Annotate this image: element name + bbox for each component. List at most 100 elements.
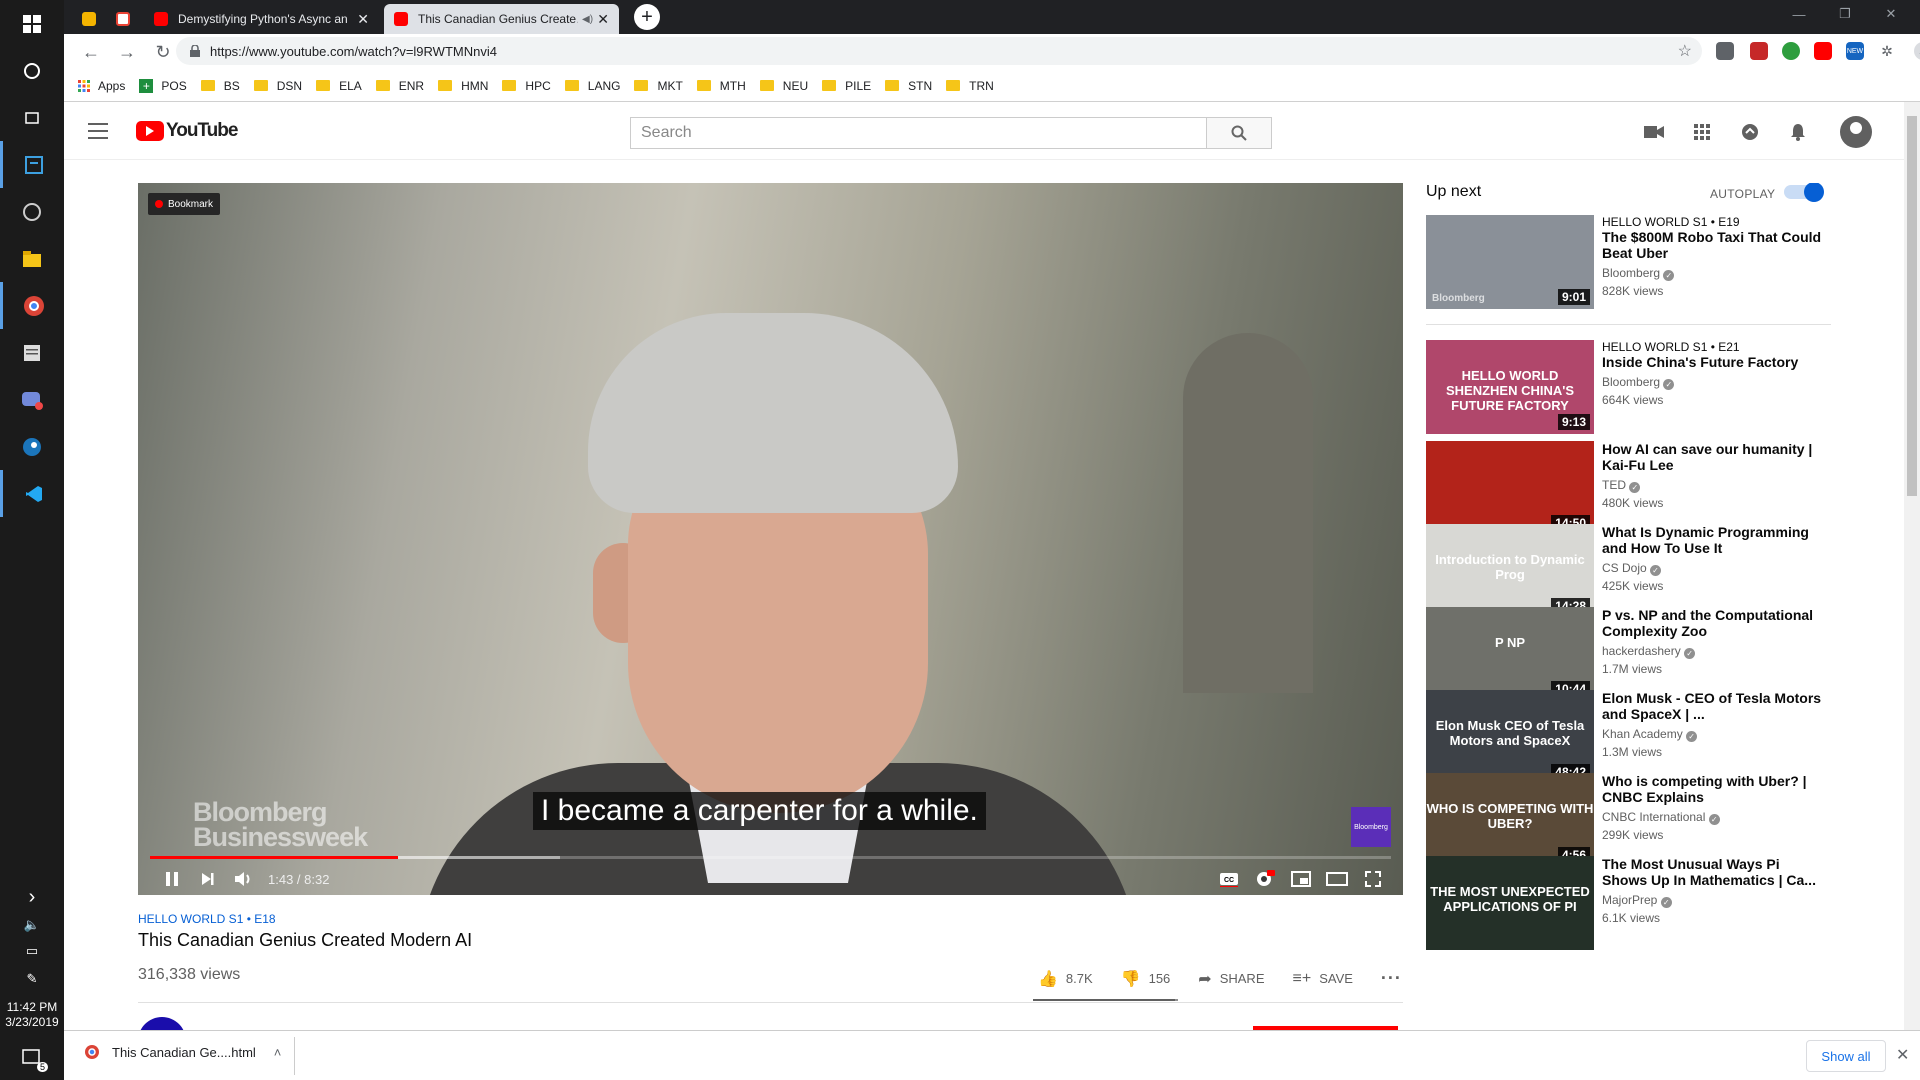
search-button[interactable]: [1207, 117, 1272, 149]
bookmark-badge[interactable]: Bookmark: [148, 193, 221, 215]
closed-captions-icon[interactable]: CC: [1211, 863, 1247, 895]
video-title[interactable]: What Is Dynamic Programming and How To U…: [1602, 524, 1827, 556]
scrollbar-thumb[interactable]: [1907, 116, 1917, 496]
video-title[interactable]: The $800M Robo Taxi That Could Beat Uber: [1602, 229, 1827, 261]
video-series-link[interactable]: HELLO WORLD S1 • E18: [138, 912, 1403, 926]
volume-icon[interactable]: [226, 863, 262, 895]
channel-name[interactable]: hackerdashery ✓: [1602, 644, 1827, 659]
video-thumbnail[interactable]: Elon Musk CEO of Tesla Motors and SpaceX…: [1426, 690, 1594, 784]
video-title[interactable]: The Most Unusual Ways Pi Shows Up In Mat…: [1602, 856, 1827, 888]
channel-name[interactable]: Khan Academy ✓: [1602, 727, 1827, 742]
extension-shield-icon[interactable]: [1716, 42, 1734, 60]
discord-icon[interactable]: [0, 376, 64, 423]
minimize-button[interactable]: —: [1776, 0, 1822, 28]
channel-name[interactable]: Bloomberg ✓: [1602, 266, 1827, 281]
bookmark-folder-dsn[interactable]: DSN: [253, 79, 302, 93]
settings-gear-icon[interactable]: [1247, 863, 1283, 895]
miniplayer-icon[interactable]: [1283, 863, 1319, 895]
recommendation-card[interactable]: HELLO WORLD SHENZHEN CHINA'S FUTURE FACT…: [1426, 340, 1831, 434]
video-thumbnail[interactable]: Introduction to Dynamic Prog 14:28: [1426, 524, 1594, 618]
bookmark-folder-mkt[interactable]: MKT: [634, 79, 683, 93]
extension-gear-icon[interactable]: ✲: [1878, 42, 1896, 60]
clock-app-icon[interactable]: [0, 188, 64, 235]
bookmark-folder-hpc[interactable]: HPC: [502, 79, 551, 93]
recommendation-card[interactable]: P NP 10:44 P vs. NP and the Computational …: [1426, 607, 1831, 701]
channel-name[interactable]: MajorPrep ✓: [1602, 893, 1827, 908]
download-item[interactable]: This Canadian Ge....html ˄: [84, 1044, 281, 1060]
volume-icon[interactable]: 🔈: [0, 912, 64, 938]
extension-youtube-icon[interactable]: [1814, 42, 1832, 60]
video-title[interactable]: P vs. NP and the Computational Complexit…: [1602, 607, 1827, 639]
extension-green-icon[interactable]: [1782, 42, 1800, 60]
channel-name[interactable]: TED ✓: [1602, 478, 1827, 493]
restore-button[interactable]: ❐: [1822, 0, 1868, 28]
file-explorer-icon[interactable]: [0, 235, 64, 282]
editor-app-icon[interactable]: [0, 141, 64, 188]
action-center-icon[interactable]: 5: [0, 1036, 64, 1080]
show-all-downloads-button[interactable]: Show all: [1806, 1040, 1886, 1072]
channel-name[interactable]: Bloomberg ✓: [1602, 375, 1827, 390]
recommendation-card[interactable]: Bloomberg 9:01 HELLO WORLD S1 • E19 The $80…: [1426, 215, 1831, 309]
extension-red-icon[interactable]: [1750, 42, 1768, 60]
video-player[interactable]: Bookmark Bloomberg Businessweek Bloomber…: [138, 183, 1403, 895]
next-video-icon[interactable]: [190, 863, 226, 895]
recommendation-card[interactable]: WHO IS COMPETING WITH UBER? 4:56 Who is co…: [1426, 773, 1831, 867]
video-title[interactable]: How AI can save our humanity | Kai-Fu Le…: [1602, 441, 1827, 473]
messages-icon[interactable]: [1738, 122, 1762, 142]
apps-grid-icon[interactable]: [1690, 122, 1714, 142]
tab-python-async[interactable]: Demystifying Python's Async and… ✕: [144, 4, 379, 34]
recommendation-card[interactable]: 14:50 How AI can save our humanity | Kai-…: [1426, 441, 1831, 535]
extension-new-icon[interactable]: NEW: [1846, 42, 1864, 60]
video-thumbnail[interactable]: THE MOST UNEXPECTED APPLICATIONS OF PI: [1426, 856, 1594, 950]
star-icon[interactable]: ☆: [1678, 41, 1692, 61]
pause-icon[interactable]: [154, 863, 190, 895]
chevron-up-icon[interactable]: ˄: [274, 1045, 282, 1060]
bookmark-pos[interactable]: + POS: [139, 78, 187, 93]
notes-app-icon[interactable]: [0, 329, 64, 376]
tab-pinned-keep[interactable]: [72, 4, 106, 34]
video-thumbnail[interactable]: P NP 10:44: [1426, 607, 1594, 701]
bookmark-folder-trn[interactable]: TRN: [946, 79, 994, 93]
tab-close-icon[interactable]: ✕: [357, 11, 369, 28]
tab-pinned-gmail[interactable]: [106, 4, 140, 34]
search-input[interactable]: Search: [630, 117, 1207, 149]
video-title[interactable]: Who is competing with Uber? | CNBC Expla…: [1602, 773, 1827, 805]
theater-mode-icon[interactable]: [1319, 863, 1355, 895]
back-arrow-icon[interactable]: ←: [76, 37, 106, 67]
bookmark-folder-stn[interactable]: STN: [885, 79, 932, 93]
reload-icon[interactable]: ↻: [148, 37, 178, 67]
vscode-icon[interactable]: [0, 470, 64, 517]
pen-icon[interactable]: ✎: [0, 964, 64, 994]
channel-name[interactable]: CS Dojo ✓: [1602, 561, 1827, 576]
new-tab-button[interactable]: +: [634, 4, 660, 30]
channel-watermark-logo[interactable]: Bloomberg: [1351, 807, 1391, 847]
progress-bar[interactable]: [150, 856, 1391, 859]
tab-close-icon[interactable]: ✕: [597, 11, 609, 28]
network-icon[interactable]: ▭: [0, 938, 64, 964]
windows-start-icon[interactable]: [0, 0, 64, 47]
audio-playing-icon[interactable]: ◀): [582, 14, 593, 25]
bookmark-folder-enr[interactable]: ENR: [375, 79, 424, 93]
autoplay-toggle[interactable]: [1784, 183, 1824, 202]
page-scrollbar[interactable]: [1904, 102, 1920, 1030]
fullscreen-icon[interactable]: [1355, 863, 1391, 895]
youtube-logo[interactable]: YouTube: [136, 120, 238, 142]
bookmark-folder-pile[interactable]: PILE: [822, 79, 871, 93]
video-thumbnail[interactable]: 14:50: [1426, 441, 1594, 535]
share-button[interactable]: ➦ SHARE: [1198, 969, 1264, 989]
bookmark-folder-bs[interactable]: BS: [200, 79, 240, 93]
like-button[interactable]: 👍 8.7K: [1038, 969, 1093, 989]
recommendation-card[interactable]: Elon Musk CEO of Tesla Motors and SpaceX…: [1426, 690, 1831, 784]
notifications-bell-icon[interactable]: [1786, 122, 1810, 142]
cortana-icon[interactable]: [0, 47, 64, 94]
task-view-icon[interactable]: [0, 94, 64, 141]
video-thumbnail[interactable]: WHO IS COMPETING WITH UBER? 4:56: [1426, 773, 1594, 867]
video-thumbnail[interactable]: HELLO WORLD SHENZHEN CHINA'S FUTURE FACT…: [1426, 340, 1594, 434]
hamburger-menu-icon[interactable]: [88, 123, 108, 139]
bookmark-apps[interactable]: Apps: [78, 79, 125, 93]
close-downloads-icon[interactable]: ✕: [1896, 1045, 1909, 1065]
recommendation-card[interactable]: THE MOST UNEXPECTED APPLICATIONS OF PI Th…: [1426, 856, 1831, 950]
save-button[interactable]: ≡+ SAVE: [1293, 970, 1353, 988]
create-video-icon[interactable]: [1642, 122, 1666, 142]
recommendation-card[interactable]: Introduction to Dynamic Prog 14:28 What Is…: [1426, 524, 1831, 618]
